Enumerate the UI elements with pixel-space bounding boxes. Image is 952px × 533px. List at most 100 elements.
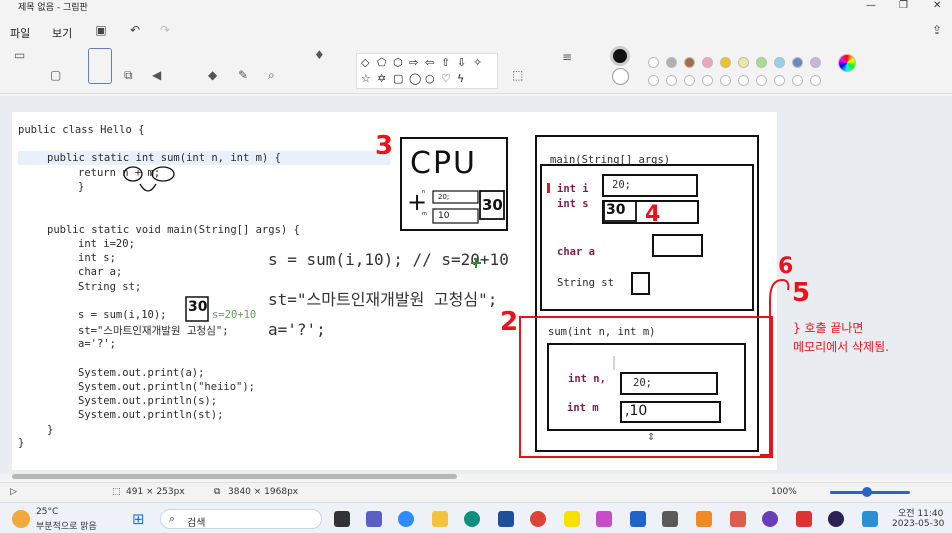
- secondary-color-swatch[interactable]: [612, 68, 629, 85]
- step-3-label: 3: [375, 131, 394, 161]
- edit-colors-icon[interactable]: [838, 54, 856, 72]
- canvas-size-icon: ⧉: [214, 487, 221, 497]
- color-picker-icon[interactable]: ✎: [238, 68, 248, 82]
- search-box[interactable]: ⌕ 검색: [160, 509, 322, 529]
- teams-icon[interactable]: [366, 511, 382, 527]
- snipping-tool-icon[interactable]: [596, 511, 612, 527]
- code-line: }: [47, 424, 54, 436]
- menu-view[interactable]: 보기: [52, 25, 72, 41]
- up-arrow-shape-icon[interactable]: ⇧: [441, 56, 450, 69]
- color-swatch-empty[interactable]: [684, 75, 695, 86]
- chrome-icon[interactable]: [530, 511, 546, 527]
- color-swatch-lavender[interactable]: [810, 57, 821, 68]
- six-point-star-icon[interactable]: ✡: [377, 72, 386, 85]
- pentagon-shape-icon[interactable]: ⬠: [377, 56, 387, 69]
- lightning-shape-icon[interactable]: ϟ: [457, 72, 464, 85]
- color-swatch-empty[interactable]: [792, 75, 803, 86]
- horizontal-scrollbar[interactable]: [12, 474, 457, 479]
- color-swatch-blue-gray[interactable]: [792, 57, 803, 68]
- color-swatch-empty[interactable]: [648, 75, 659, 86]
- crop-icon[interactable]: ⧉: [124, 68, 133, 83]
- code-line: public static int sum(int n, int m) {: [47, 152, 281, 164]
- primary-color-swatch[interactable]: [610, 46, 630, 66]
- note-line-1: } 호출 끝나면: [793, 321, 864, 335]
- code-line: char a;: [78, 266, 123, 278]
- menu-file[interactable]: 파일: [10, 25, 30, 41]
- color-swatch-empty[interactable]: [810, 75, 821, 86]
- file-explorer-icon[interactable]: [432, 511, 448, 527]
- callout-shape-icon[interactable]: ▢: [393, 72, 403, 85]
- oval-callout-icon[interactable]: ◯: [409, 72, 421, 85]
- shapes-gallery[interactable]: ◇ ⬠ ⬡ ⇨ ⇦ ⇧ ⇩ ✧ ☆ ✡ ▢ ◯ ○ ♡ ϟ: [356, 53, 498, 89]
- color-swatch-empty[interactable]: [702, 75, 713, 86]
- color-swatch-empty[interactable]: [756, 75, 767, 86]
- selection-icon: ⬚: [112, 487, 121, 497]
- rotate-icon[interactable]: ◀: [152, 68, 161, 82]
- cpu-m-label: m: [422, 211, 427, 217]
- color-swatch-light-blue[interactable]: [774, 57, 785, 68]
- color-swatch-empty[interactable]: [720, 75, 731, 86]
- weather-icon[interactable]: [12, 510, 30, 528]
- eclipse-icon[interactable]: [828, 511, 844, 527]
- maximize-button[interactable]: ❐: [899, 0, 908, 11]
- code-line: public class Hello {: [18, 124, 145, 136]
- calculator-icon[interactable]: [662, 511, 678, 527]
- step-2-label: 2: [500, 307, 519, 337]
- color-swatch-pink[interactable]: [702, 57, 713, 68]
- share-icon[interactable]: ⇪: [930, 23, 944, 37]
- brush-icon[interactable]: ♦: [314, 48, 325, 62]
- var-n-label: int n,: [568, 373, 606, 385]
- color-swatch-white[interactable]: [648, 57, 659, 68]
- color-swatch-gold[interactable]: [720, 57, 731, 68]
- four-point-star-icon[interactable]: ✧: [473, 56, 482, 69]
- cpu-label: CPU: [410, 146, 477, 181]
- edge-icon[interactable]: [464, 511, 480, 527]
- select-tool-icon[interactable]: [88, 48, 112, 84]
- code-line: int i=20;: [78, 238, 135, 250]
- color-swatch-empty[interactable]: [774, 75, 785, 86]
- color-swatch-gray[interactable]: [666, 57, 677, 68]
- minimize-button[interactable]: —: [866, 0, 876, 11]
- color-swatch-light-green[interactable]: [756, 57, 767, 68]
- save-icon[interactable]: ▣: [94, 23, 108, 37]
- code-line: System.out.print(a);: [78, 367, 205, 379]
- clipboard-icon[interactable]: ▭: [14, 48, 25, 62]
- pdf-icon[interactable]: [796, 511, 812, 527]
- step-5-label: 5: [792, 278, 811, 308]
- step-6-label: 6: [778, 254, 794, 279]
- cloud-callout-icon[interactable]: ○: [425, 72, 435, 85]
- close-button[interactable]: ✕: [933, 0, 941, 11]
- down-arrow-shape-icon[interactable]: ⇩: [457, 56, 466, 69]
- kakaotalk-icon[interactable]: [564, 511, 580, 527]
- hexagon-shape-icon[interactable]: ⬡: [393, 56, 403, 69]
- resize-handle-icon[interactable]: ⇕: [647, 432, 655, 443]
- star-shape-icon[interactable]: ☆: [361, 72, 371, 85]
- color-swatch-brown[interactable]: [684, 57, 695, 68]
- eraser-icon[interactable]: ◆: [208, 68, 217, 82]
- diamond-shape-icon[interactable]: ◇: [361, 56, 369, 69]
- code-line: System.out.println(st);: [78, 409, 224, 421]
- notepad-icon[interactable]: [630, 511, 646, 527]
- color-swatch-empty[interactable]: [738, 75, 749, 86]
- windows-start-icon[interactable]: ⊞: [132, 511, 148, 527]
- zoom-slider-thumb[interactable]: [862, 487, 872, 497]
- paint-icon[interactable]: [862, 511, 878, 527]
- chrome-profile-icon[interactable]: [762, 511, 778, 527]
- left-arrow-shape-icon[interactable]: ⇦: [425, 56, 434, 69]
- heart-shape-icon[interactable]: ♡: [441, 72, 451, 85]
- color-swatch-empty[interactable]: [666, 75, 677, 86]
- color-swatch-light-yellow[interactable]: [738, 57, 749, 68]
- task-view-icon[interactable]: [334, 511, 350, 527]
- right-arrow-shape-icon[interactable]: ⇨: [409, 56, 418, 69]
- store-icon[interactable]: [498, 511, 514, 527]
- zoom-app-icon[interactable]: [398, 511, 414, 527]
- app-icon[interactable]: [696, 511, 712, 527]
- shape-outline-icon[interactable]: ⬚: [512, 68, 523, 82]
- selection-size: 491 × 253px: [126, 487, 185, 497]
- media-icon[interactable]: [730, 511, 746, 527]
- undo-icon[interactable]: ↶: [128, 23, 142, 37]
- magnifier-icon[interactable]: ⌕: [268, 68, 275, 83]
- redo-icon[interactable]: ↷: [158, 23, 172, 37]
- line-size-icon[interactable]: ≡: [562, 50, 572, 64]
- copy-icon[interactable]: ▢: [50, 68, 61, 82]
